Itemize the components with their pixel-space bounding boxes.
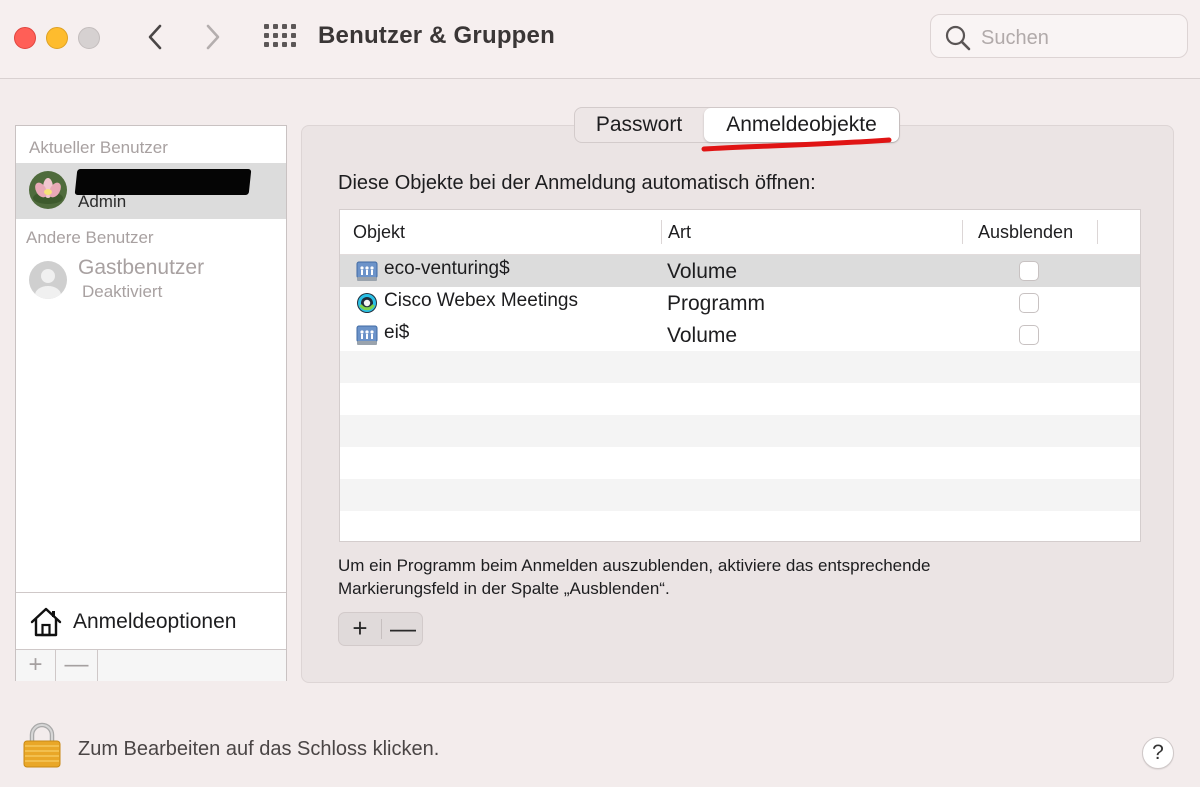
column-divider <box>661 220 662 244</box>
users-sidebar: Aktueller Benutzer Admin Andere Benutzer… <box>15 125 287 681</box>
show-all-grid-button[interactable] <box>264 24 296 50</box>
guest-user-status: Deaktiviert <box>82 282 163 301</box>
column-divider <box>962 220 963 244</box>
network-volume-icon <box>356 261 378 281</box>
empty-table-row <box>340 447 1140 479</box>
tab-password[interactable]: Passwort <box>575 108 703 142</box>
sidebar-toolbar: + — <box>16 649 286 681</box>
lotus-avatar-icon <box>29 171 67 209</box>
webex-app-icon <box>357 293 377 313</box>
zoom-window-button[interactable] <box>78 27 100 49</box>
grid-dot-icon <box>291 24 296 29</box>
user-role-label: Admin <box>78 192 127 211</box>
guest-user-name: Gastbenutzer <box>78 256 205 279</box>
lock-hint-text: Zum Bearbeiten auf das Schloss klicken. <box>78 738 440 760</box>
add-login-item-button[interactable]: + <box>339 613 381 645</box>
empty-table-row <box>340 415 1140 447</box>
help-button[interactable]: ? <box>1142 737 1174 769</box>
person-silhouette-icon <box>35 269 61 299</box>
login-items-table: Objekt Art Ausblenden eco-venturing$ Vol… <box>339 209 1141 542</box>
grid-dot-icon <box>273 24 278 29</box>
item-name: Cisco Webex Meetings <box>384 290 578 311</box>
grid-dot-icon <box>291 33 296 38</box>
grid-dot-icon <box>291 42 296 47</box>
chevron-left-icon <box>148 24 162 50</box>
panel-heading: Diese Objekte bei der Anmeldung automati… <box>338 172 816 194</box>
padlock-icon[interactable] <box>22 722 62 768</box>
add-remove-control: + — <box>338 612 423 646</box>
item-kind: Volume <box>667 260 738 283</box>
grid-dot-icon <box>282 42 287 47</box>
current-user-section-label: Aktueller Benutzer <box>29 138 168 157</box>
login-options-label: Anmeldeoptionen <box>73 610 237 633</box>
hint-line: Um ein Programm beim Anmelden auszublend… <box>338 556 931 575</box>
column-header-object[interactable]: Objekt <box>353 222 405 243</box>
close-window-button[interactable] <box>14 27 36 49</box>
hide-hint-text: Um ein Programm beim Anmelden auszublend… <box>338 554 1038 600</box>
table-row[interactable]: ei$ Volume <box>340 319 1140 351</box>
grid-dot-icon <box>273 42 278 47</box>
grid-dot-icon <box>282 33 287 38</box>
add-user-button[interactable]: + <box>16 650 56 681</box>
grid-dot-icon <box>273 33 278 38</box>
hint-line: Markierungsfeld in der Spalte „Ausblende… <box>338 579 670 598</box>
grid-dot-icon <box>264 24 269 29</box>
item-name: ei$ <box>384 322 410 343</box>
empty-table-row <box>340 479 1140 511</box>
grid-dot-icon <box>264 42 269 47</box>
hide-checkbox[interactable] <box>1019 293 1039 313</box>
empty-table-row <box>340 351 1140 383</box>
avatar <box>29 261 67 299</box>
house-icon <box>30 607 62 637</box>
column-header-kind[interactable]: Art <box>668 222 691 243</box>
remove-login-item-button[interactable]: — <box>382 613 424 645</box>
minimize-window-button[interactable] <box>46 27 68 49</box>
hide-checkbox[interactable] <box>1019 325 1039 345</box>
remove-user-button[interactable]: — <box>56 650 98 681</box>
item-kind: Programm <box>667 292 766 315</box>
table-row[interactable]: eco-venturing$ Volume <box>340 255 1140 287</box>
red-underline-annotation <box>701 137 892 152</box>
guest-user-row[interactable]: Gastbenutzer Deaktiviert <box>16 252 286 308</box>
current-user-row[interactable]: Admin <box>16 163 286 219</box>
forward-button[interactable] <box>201 22 225 52</box>
item-kind: Volume <box>667 324 738 347</box>
back-button[interactable] <box>143 22 167 52</box>
table-header: Objekt Art Ausblenden <box>340 210 1140 255</box>
login-options-item[interactable]: Anmeldeoptionen <box>16 592 286 649</box>
grid-dot-icon <box>282 24 287 29</box>
title-bar: Benutzer & Gruppen <box>0 0 1200 79</box>
avatar <box>29 171 67 209</box>
empty-table-row <box>340 383 1140 415</box>
network-volume-icon <box>356 325 378 345</box>
column-header-hide[interactable]: Ausblenden <box>978 222 1073 243</box>
chevron-right-icon <box>206 24 220 50</box>
window-title: Benutzer & Gruppen <box>318 22 555 49</box>
hide-checkbox[interactable] <box>1019 261 1039 281</box>
search-field[interactable] <box>930 14 1188 58</box>
item-name: eco-venturing$ <box>384 258 510 279</box>
login-items-panel: Diese Objekte bei der Anmeldung automati… <box>301 125 1174 683</box>
other-users-section-label: Andere Benutzer <box>26 228 154 247</box>
column-divider <box>1097 220 1098 244</box>
empty-table-row <box>340 511 1140 541</box>
grid-dot-icon <box>264 33 269 38</box>
search-icon <box>945 25 971 51</box>
search-input[interactable] <box>979 23 1183 53</box>
table-row[interactable]: Cisco Webex Meetings Programm <box>340 287 1140 319</box>
